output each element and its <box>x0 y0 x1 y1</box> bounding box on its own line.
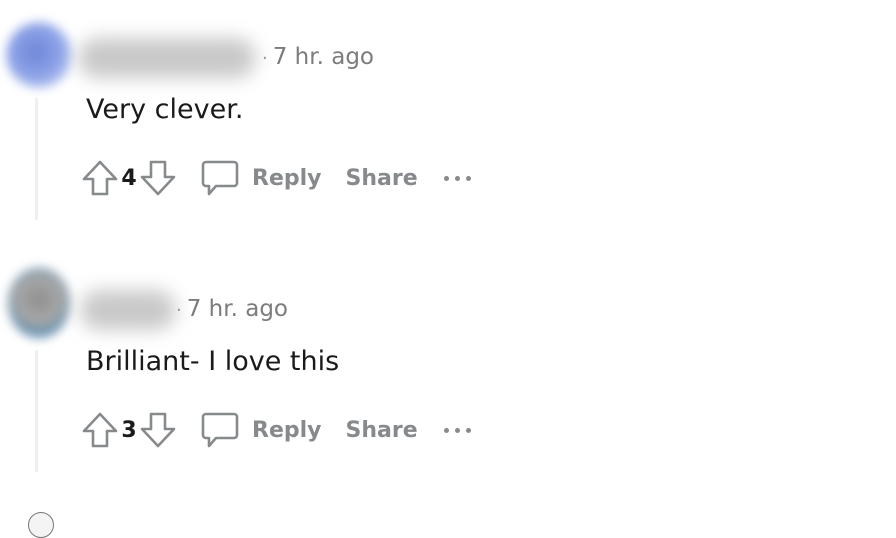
comment-body: Very clever. <box>86 94 244 125</box>
avatar[interactable] <box>6 22 72 88</box>
reply-label: Reply <box>252 165 322 191</box>
avatar[interactable] <box>8 268 70 338</box>
downvote-arrow-icon <box>140 412 176 448</box>
upvote-button[interactable] <box>80 158 120 198</box>
reply-button[interactable]: Reply <box>200 158 322 198</box>
vote-score: 4 <box>121 165 137 191</box>
vote-score: 3 <box>121 417 137 443</box>
downvote-button[interactable] <box>138 410 178 450</box>
username-blurred[interactable] <box>80 290 176 330</box>
next-comment-avatar[interactable] <box>28 512 54 538</box>
more-options-button[interactable] <box>443 410 471 450</box>
speech-bubble-icon <box>201 160 239 196</box>
timestamp[interactable]: 7 hr. ago <box>273 44 374 70</box>
separator-dot: · <box>176 300 182 321</box>
comment-body: Brilliant- I love this <box>86 346 340 377</box>
comment-meta: · 7 hr. ago <box>176 296 288 322</box>
reply-button[interactable]: Reply <box>200 410 322 450</box>
thread-line[interactable] <box>35 98 38 220</box>
comment-actions: 3 Reply Share <box>80 408 471 452</box>
upvote-arrow-icon <box>82 412 118 448</box>
upvote-button[interactable] <box>80 410 120 450</box>
more-options-button[interactable] <box>443 158 471 198</box>
ellipsis-icon <box>443 427 449 433</box>
speech-bubble-icon <box>201 412 239 448</box>
comment-meta: · 7 hr. ago <box>262 44 374 70</box>
downvote-arrow-icon <box>140 160 176 196</box>
timestamp[interactable]: 7 hr. ago <box>187 296 288 322</box>
comment: · 7 hr. ago Very clever. 4 Reply Share <box>0 0 896 230</box>
reply-label: Reply <box>252 417 322 443</box>
comment-actions: 4 Reply Share <box>80 156 471 200</box>
separator-dot: · <box>262 48 268 69</box>
comment: · 7 hr. ago Brilliant- I love this 3 Repl… <box>0 252 896 482</box>
downvote-button[interactable] <box>138 158 178 198</box>
username-blurred[interactable] <box>78 38 256 78</box>
ellipsis-icon <box>443 175 449 181</box>
upvote-arrow-icon <box>82 160 118 196</box>
share-button[interactable]: Share <box>346 418 418 443</box>
share-button[interactable]: Share <box>346 166 418 191</box>
thread-line[interactable] <box>35 350 38 472</box>
